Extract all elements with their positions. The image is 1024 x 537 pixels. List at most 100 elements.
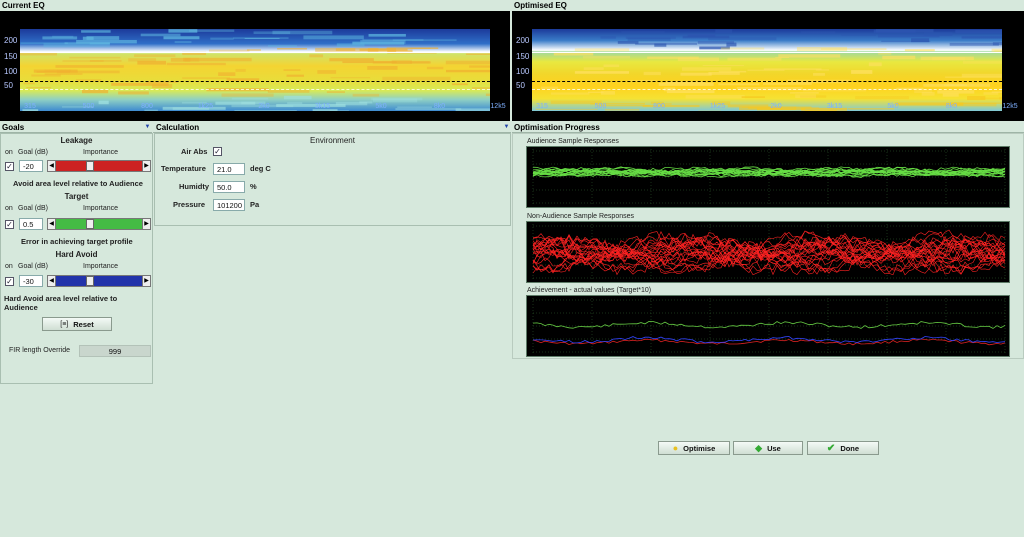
leakage-on-checkbox[interactable]: ✓ [5, 162, 14, 171]
target-slider-thumb[interactable] [86, 219, 95, 229]
target-on-checkbox[interactable]: ✓ [5, 220, 14, 229]
cur-x-tick: 5k0 [375, 103, 387, 110]
reset-button[interactable]: [≡] Reset [42, 317, 112, 331]
temperature-label: Temperature [161, 164, 206, 173]
opt-x-tick: 12k5 [1002, 103, 1018, 110]
goals-title: Goals [2, 123, 25, 132]
calculation-dropdown-icon[interactable]: ▼ [503, 124, 510, 131]
reset-icon: [≡] [60, 320, 69, 328]
air-abs-label: Air Abs [181, 147, 208, 156]
current-eq-panel: 200 150 100 50 315 500 800 1k25 2k0 3k15 5k0 8k0 12… [0, 11, 510, 121]
temperature-unit: deg C [250, 164, 271, 173]
target-on-label: on [5, 205, 13, 212]
hard-avoid-slider-right-icon[interactable]: ▶ [142, 276, 150, 286]
leakage-header: Leakage [60, 136, 93, 145]
leakage-importance-label: Importance [83, 149, 119, 156]
hard-avoid-goal-label: Goal (dB) [18, 263, 48, 270]
leakage-on-label: on [5, 149, 13, 156]
achievement-chart [526, 295, 1010, 357]
opt-y-tick: 100 [516, 67, 530, 76]
pressure-unit: Pa [250, 200, 260, 209]
hard-avoid-slider-left-icon[interactable]: ◀ [48, 276, 56, 286]
hard-avoid-description: Hard Avoid area level relative to Audien… [4, 294, 118, 312]
opt-x-tick: 8k0 [945, 103, 958, 110]
nonaudience-chart-title: Non-Audience Sample Responses [527, 213, 635, 220]
optimised-eq-title: Optimised EQ [514, 1, 567, 10]
pressure-label: Pressure [173, 200, 206, 209]
optimise-button-label: Optimise [683, 443, 716, 453]
humidity-label: Humidty [179, 182, 209, 191]
cur-x-tick: 2k0 [258, 103, 270, 110]
cur-y-tick: 100 [4, 67, 18, 76]
hard-avoid-slider-thumb[interactable] [86, 276, 95, 286]
achievement-chart-title: Achievement - actual values (Target*10) [527, 287, 652, 294]
cur-x-tick: 1k25 [197, 103, 214, 110]
audience-chart-svg [532, 149, 1006, 205]
calculation-title: Calculation [156, 123, 200, 132]
cur-x-tick: 500 [82, 103, 95, 110]
target-slider-left-icon[interactable]: ◀ [48, 219, 56, 229]
cur-x-tick: 800 [141, 103, 153, 110]
nonaudience-chart [526, 221, 1010, 283]
hard-avoid-importance-slider[interactable]: ◀ ▶ [47, 275, 151, 287]
opt-x-tick: 3k15 [826, 103, 843, 110]
hard-avoid-header: Hard Avoid [55, 250, 98, 259]
opt-y-tick: 50 [516, 81, 525, 90]
use-button[interactable]: ◆ Use [733, 441, 803, 455]
leakage-slider-thumb[interactable] [86, 161, 95, 171]
goals-titlebar: Goals ▼ [0, 122, 152, 133]
pressure-field[interactable]: 101200 [213, 199, 245, 211]
opt-x-tick: 2k0 [770, 103, 782, 110]
optimised-eq-heatmap [532, 29, 1002, 111]
audience-chart-title: Audience Sample Responses [527, 138, 619, 145]
optimisation-titlebar: Optimisation Progress [512, 122, 1024, 133]
lightbulb-icon: ● [672, 443, 679, 453]
cur-y-tick: 200 [4, 36, 18, 45]
temperature-field[interactable]: 21.0 [213, 163, 245, 175]
opt-x-tick: 1k25 [709, 103, 726, 110]
calculation-titlebar: Calculation ▼ [153, 122, 511, 133]
cur-x-tick: 315 [24, 103, 36, 110]
reset-button-label: Reset [73, 319, 94, 329]
environment-header: Environment [310, 136, 355, 145]
humidity-unit: % [250, 182, 257, 191]
fir-length-label: FIR length Override [9, 347, 71, 354]
cur-y-tick: 150 [4, 52, 18, 61]
humidity-field[interactable]: 50.0 [213, 181, 245, 193]
target-importance-slider[interactable]: ◀ ▶ [47, 218, 151, 230]
leakage-slider-right-icon[interactable]: ▶ [142, 161, 150, 171]
done-button[interactable]: ✔ Done [807, 441, 879, 455]
opt-x-tick: 315 [536, 103, 548, 110]
leakage-importance-slider[interactable]: ◀ ▶ [47, 160, 151, 172]
calculation-panel: Environment Air Abs ✓ Temperature 21.0 d… [154, 133, 511, 226]
goals-panel: Leakage on Goal (dB) Importance ✓ -20 ◀ … [0, 133, 153, 384]
optimised-eq-panel: 200 150 100 50 315 500 800 1k25 2k0 3k15 5k0 8k0 12… [512, 11, 1024, 121]
opt-x-tick: 5k0 [887, 103, 899, 110]
opt-y-tick: 200 [516, 36, 530, 45]
opt-y-tick: 150 [516, 52, 530, 61]
optimise-button[interactable]: ● Optimise [658, 441, 730, 455]
target-goal-field[interactable]: 0.5 [19, 218, 43, 230]
audience-chart [526, 146, 1010, 208]
target-goal-label: Goal (dB) [18, 205, 48, 212]
target-importance-label: Importance [83, 205, 119, 212]
achievement-chart-svg [532, 298, 1006, 354]
leakage-goal-field[interactable]: -20 [19, 160, 43, 172]
opt-x-tick: 800 [653, 103, 665, 110]
leakage-slider-left-icon[interactable]: ◀ [48, 161, 56, 171]
hard-avoid-goal-field[interactable]: -30 [19, 275, 43, 287]
current-eq-title: Current EQ [2, 1, 45, 10]
cur-x-tick: 8k0 [433, 103, 446, 110]
target-slider-right-icon[interactable]: ▶ [142, 219, 150, 229]
checkmark-icon: ✔ [826, 442, 836, 454]
fir-length-field[interactable]: 999 [79, 345, 151, 357]
air-abs-checkbox[interactable]: ✓ [213, 147, 222, 156]
done-button-label: Done [840, 443, 860, 453]
goals-dropdown-icon[interactable]: ▼ [144, 124, 151, 131]
hard-avoid-on-checkbox[interactable]: ✓ [5, 277, 14, 286]
hard-avoid-on-label: on [5, 263, 13, 270]
cur-x-tick: 12k5 [490, 103, 506, 110]
optimisation-title: Optimisation Progress [514, 123, 600, 132]
cur-y-tick: 50 [4, 81, 13, 90]
leakage-description: Avoid area level relative to Audience [13, 179, 143, 188]
